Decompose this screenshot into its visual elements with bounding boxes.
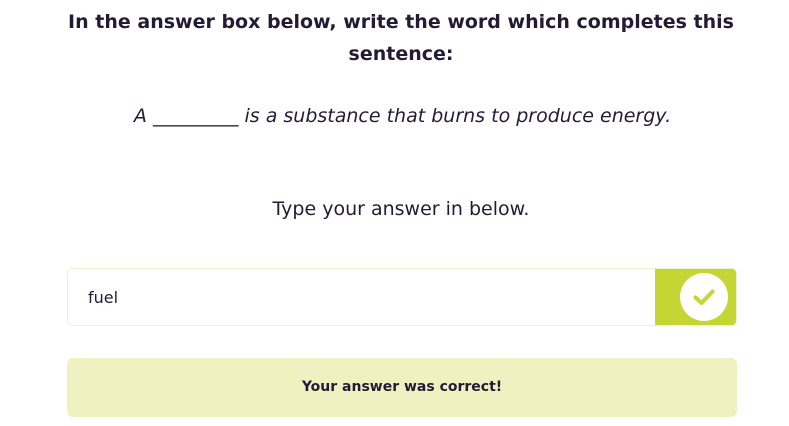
feedback-message: Your answer was correct! <box>301 379 503 395</box>
answer-status-indicator <box>655 269 736 325</box>
answer-box <box>67 268 737 326</box>
feedback-banner: Your answer was correct! <box>67 358 737 417</box>
fill-in-sentence: A _________ is a substance that burns to… <box>30 101 775 131</box>
check-icon <box>680 273 728 321</box>
sentence-end: is a substance that burns to produce ene… <box>244 105 672 127</box>
question-instruction: In the answer box below, write the word … <box>68 11 734 65</box>
sentence-start: A <box>133 105 147 127</box>
answer-prompt: Type your answer in below. <box>272 198 530 220</box>
answer-input[interactable] <box>68 269 656 325</box>
sentence-blank: _________ <box>152 105 239 127</box>
